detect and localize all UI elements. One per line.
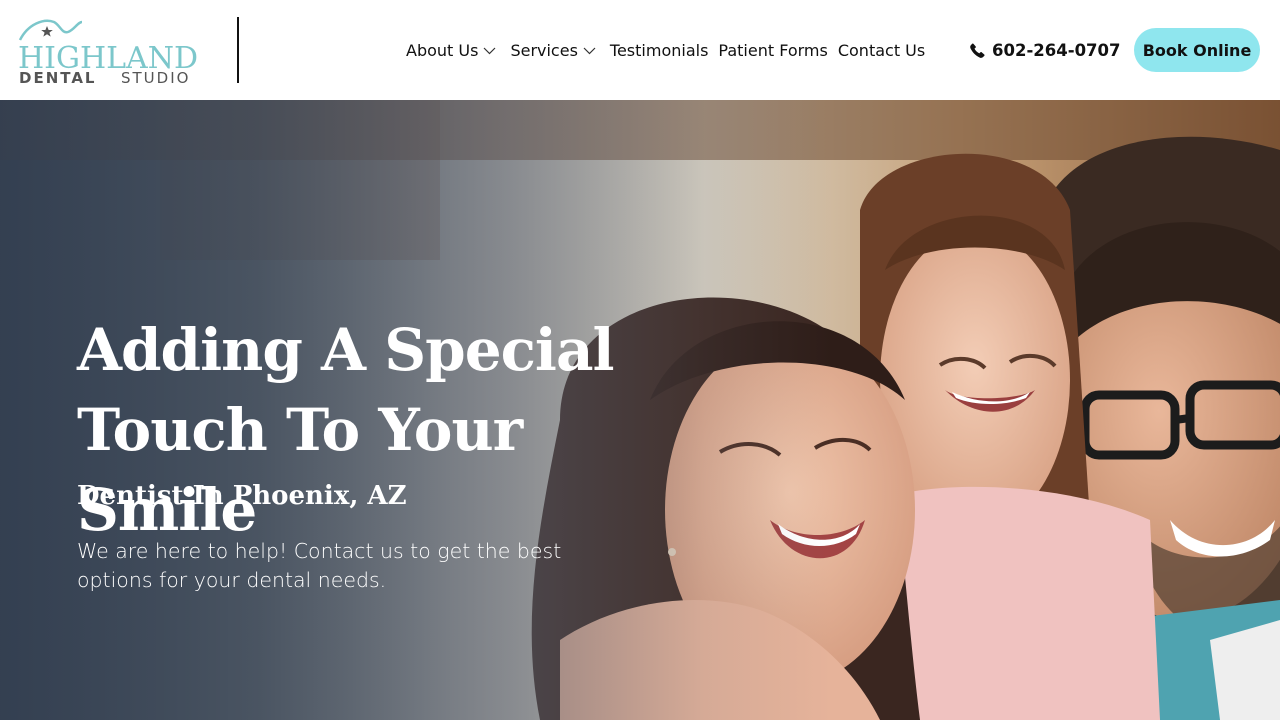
nav-label: Services: [510, 40, 578, 60]
phone-number: 602-264-0707: [992, 40, 1121, 60]
logo-text-dental: DENTAL: [19, 69, 97, 84]
nav-item-testimonials[interactable]: Testimonials: [610, 36, 709, 64]
nav-item-patient-forms[interactable]: Patient Forms: [718, 36, 827, 64]
logo-divider: [237, 17, 239, 83]
chevron-down-icon: [484, 47, 496, 54]
chevron-down-icon: [583, 47, 596, 54]
nav-item-about-us[interactable]: About Us: [406, 36, 496, 64]
nav-label: Testimonials: [609, 40, 709, 60]
logo[interactable]: HIGHLAND DENTAL STUDIO: [18, 16, 210, 87]
hero-title: Adding A Special Touch To Your Smile: [77, 316, 615, 544]
book-online-button[interactable]: Book Online: [1134, 28, 1260, 72]
logo-text-studio: STUDIO: [121, 69, 190, 84]
hero-subtitle: Dentist In Phoenix, AZ: [77, 481, 407, 511]
nav-label: Patient Forms: [718, 40, 828, 60]
hero-section: Adding A Special Touch To Your Smile Den…: [0, 100, 1280, 720]
nav-label: Contact Us: [837, 40, 926, 60]
phone-icon: [970, 42, 985, 58]
site-header: HIGHLAND DENTAL STUDIO About Us Services…: [0, 0, 1280, 100]
phone-link[interactable]: 602-264-0707: [970, 36, 1121, 64]
nav-item-contact-us[interactable]: Contact Us: [838, 36, 925, 64]
hero-description: We are here to help! Contact us to get t…: [77, 539, 562, 592]
nav-item-services[interactable]: Services: [510, 36, 596, 64]
logo-mark: HIGHLAND DENTAL STUDIO: [18, 19, 198, 87]
nav-label: About Us: [406, 40, 479, 60]
main-nav: About Us Services Testimonials Patient F…: [406, 36, 925, 64]
